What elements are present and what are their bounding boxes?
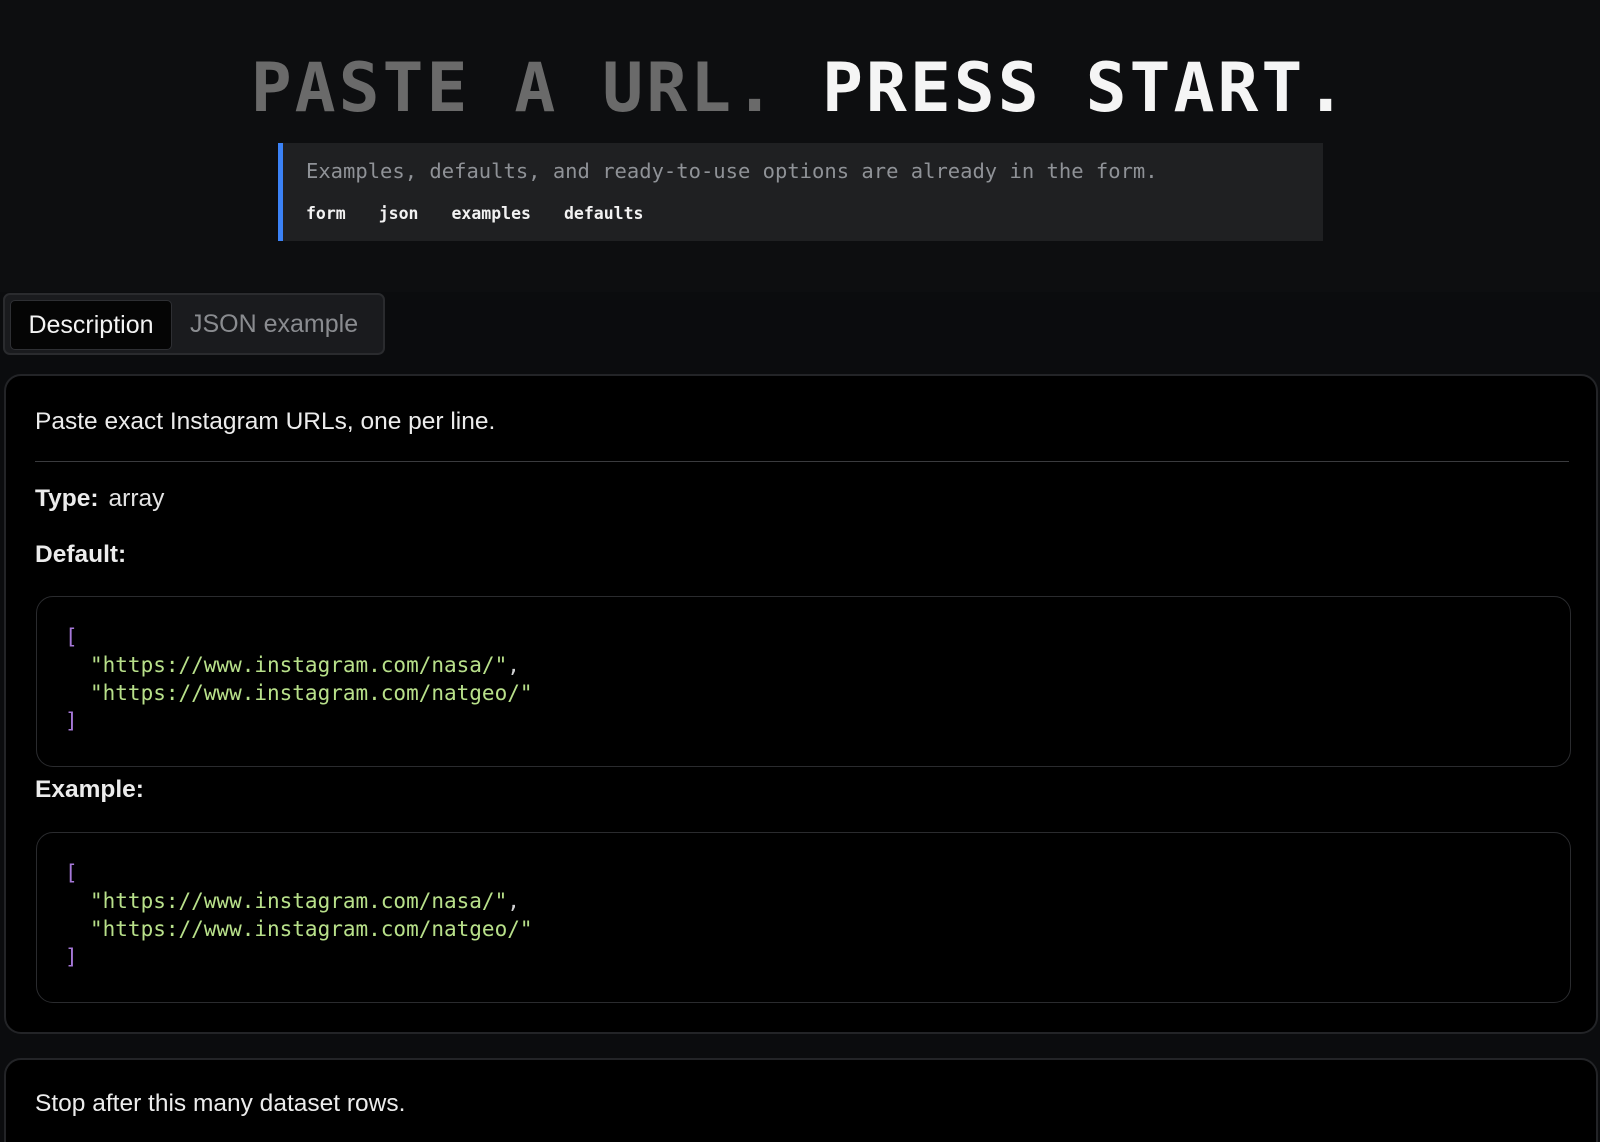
- type-row: Type: array: [35, 483, 164, 515]
- example-label-row: Example:: [35, 774, 144, 806]
- field-description: Paste exact Instagram URLs, one per line…: [35, 408, 496, 435]
- example-code-item-2: "https://www.instagram.com/natgeo/": [90, 917, 533, 941]
- example-code-item-1: "https://www.instagram.com/nasa/",: [90, 889, 520, 913]
- next-field-card: Stop after this many dataset rows.: [4, 1058, 1598, 1142]
- hero-title: PASTE A URL. PRESS START.: [0, 46, 1600, 132]
- tag-defaults[interactable]: defaults: [564, 202, 643, 226]
- hero-title-bright: PRESS START.: [821, 49, 1350, 128]
- default-code-item-1: "https://www.instagram.com/nasa/",: [90, 653, 520, 677]
- hero-title-dim: PASTE A URL.: [250, 49, 779, 128]
- tag-examples[interactable]: examples: [452, 202, 531, 226]
- example-label: Example:: [35, 776, 144, 803]
- type-value: array: [108, 485, 165, 512]
- tag-json[interactable]: json: [379, 202, 419, 226]
- example-code-open: [: [65, 861, 78, 885]
- default-code-block: [ "https://www.instagram.com/nasa/", "ht…: [36, 596, 1571, 767]
- divider: [35, 461, 1569, 462]
- next-field-description: Stop after this many dataset rows.: [35, 1090, 406, 1117]
- tag-form[interactable]: form: [306, 202, 346, 226]
- default-code-close: ]: [65, 709, 78, 733]
- default-code-open: [: [65, 625, 78, 649]
- type-label: Type:: [35, 485, 99, 512]
- tab-description[interactable]: Description: [10, 300, 172, 350]
- example-code-block: [ "https://www.instagram.com/nasa/", "ht…: [36, 832, 1571, 1003]
- tab-bar: Description JSON example: [3, 293, 385, 355]
- field-description-card: Paste exact Instagram URLs, one per line…: [4, 374, 1598, 1034]
- callout-tags: form json examples defaults: [306, 202, 643, 226]
- default-label: Default:: [35, 541, 127, 568]
- default-code-item-2: "https://www.instagram.com/natgeo/": [90, 681, 533, 705]
- info-callout: Examples, defaults, and ready-to-use opt…: [278, 143, 1323, 241]
- callout-text: Examples, defaults, and ready-to-use opt…: [306, 159, 1158, 183]
- default-label-row: Default:: [35, 539, 126, 571]
- tab-json-example[interactable]: JSON example: [190, 300, 380, 350]
- example-code-close: ]: [65, 945, 78, 969]
- hero-section: PASTE A URL. PRESS START. Examples, defa…: [0, 0, 1600, 292]
